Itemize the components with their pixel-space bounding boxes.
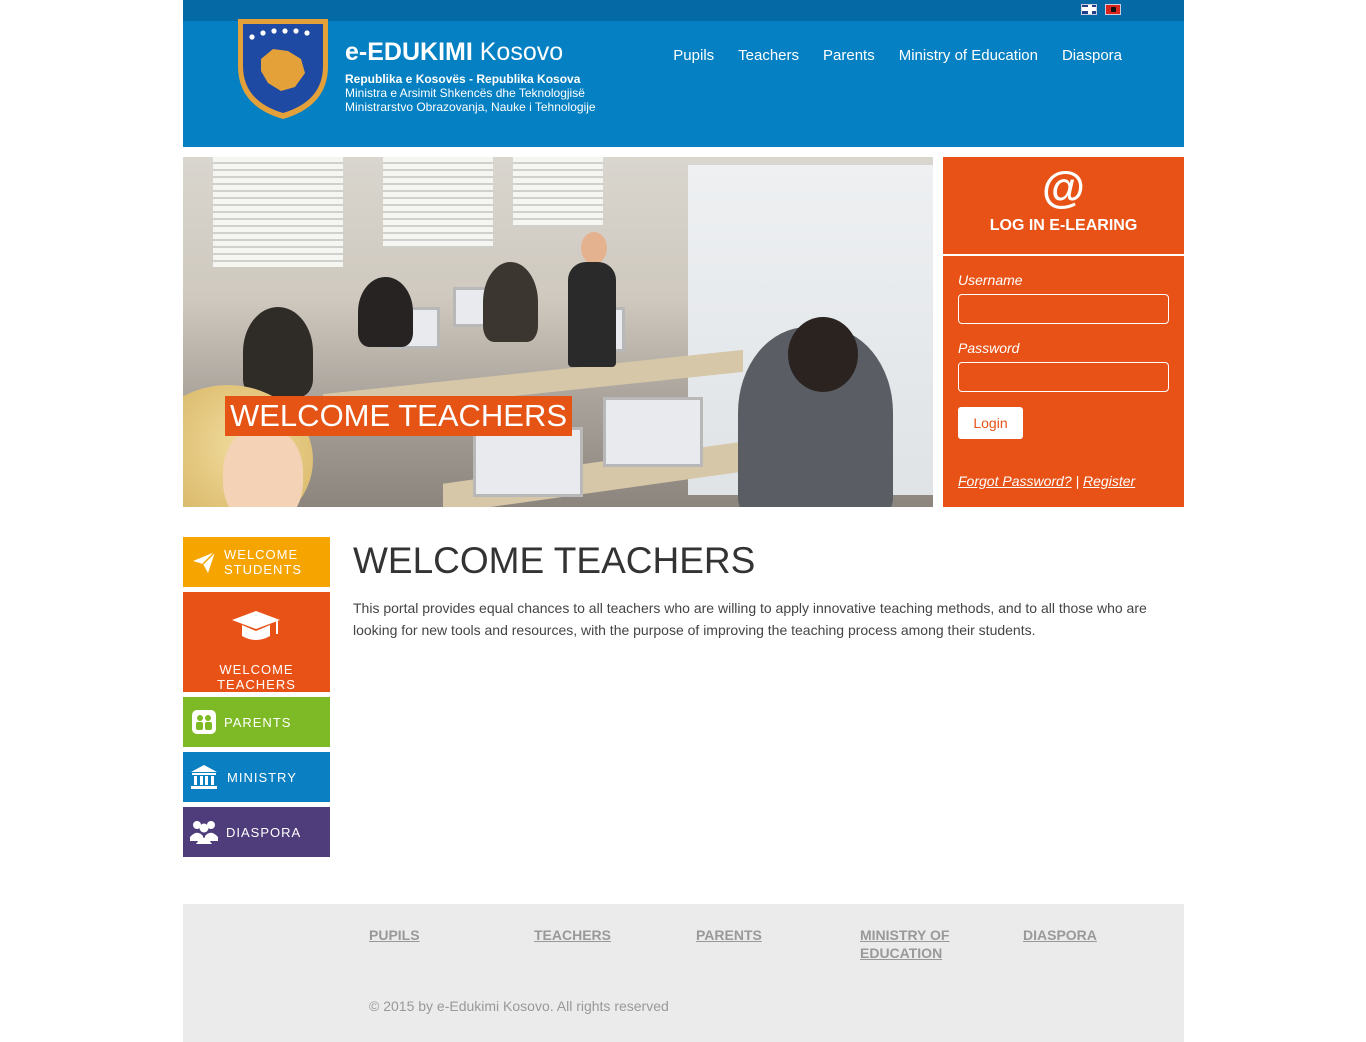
- sidebar-item-label: WELCOME STUDENTS: [224, 547, 302, 577]
- albanian-flag-icon[interactable]: [1105, 4, 1121, 15]
- sidebar-item-welcome-students[interactable]: WELCOME STUDENTS: [183, 537, 330, 587]
- site-header: e-EDUKIMI Kosovo Republika e Kosovës - R…: [183, 19, 1184, 147]
- computer-monitor: [473, 427, 583, 497]
- sidebar-label-line-2: STUDENTS: [224, 562, 303, 577]
- footer-link-teachers[interactable]: TEACHERS: [534, 926, 611, 944]
- government-building-icon: [190, 763, 218, 791]
- login-button[interactable]: Login: [958, 407, 1023, 439]
- window-blinds: [213, 157, 343, 267]
- nav-teachers[interactable]: Teachers: [738, 47, 799, 64]
- page-title: WELCOME TEACHERS: [353, 540, 756, 581]
- computer-monitor: [603, 397, 703, 467]
- teacher-figure: [568, 262, 616, 367]
- subtitle-line-2: Ministra e Arsimit Shkencës dhe Teknolog…: [345, 86, 585, 100]
- footer-link-parents[interactable]: PARENTS: [696, 926, 762, 944]
- hero-classroom-photo: WELCOME TEACHERS: [183, 157, 933, 507]
- window-blinds: [383, 157, 493, 247]
- password-input[interactable]: [958, 362, 1169, 392]
- sidebar-item-label: DIASPORA: [226, 824, 302, 840]
- student-head: [788, 317, 858, 392]
- student-figure: [243, 307, 313, 397]
- login-form: Username Password Login Forgot Password?…: [943, 256, 1184, 507]
- login-header: @ LOG IN E-LEARING: [943, 157, 1184, 254]
- student-figure: [358, 277, 413, 347]
- teacher-head: [581, 232, 607, 264]
- footer-link-diaspora[interactable]: DIASPORA: [1023, 926, 1097, 944]
- nav-ministry-of-education[interactable]: Ministry of Education: [899, 47, 1038, 64]
- sidebar-item-label: MINISTRY: [227, 769, 297, 785]
- intro-paragraph: This portal provides equal chances to al…: [353, 600, 1147, 638]
- family-icon: [190, 708, 218, 736]
- register-link[interactable]: Register: [1083, 473, 1135, 489]
- sidebar-item-label: PARENTS: [224, 714, 292, 730]
- kosovo-coat-of-arms-logo[interactable]: [233, 11, 333, 121]
- site-title[interactable]: e-EDUKIMI Kosovo: [345, 38, 563, 67]
- hero-caption: WELCOME TEACHERS: [225, 396, 573, 436]
- subtitle-line-1: Republika e Kosovës - Republika Kosova: [345, 72, 581, 86]
- site-title-regular: Kosovo: [479, 38, 564, 66]
- nav-pupils[interactable]: Pupils: [673, 47, 714, 64]
- footer-link-ministry-of-education[interactable]: MINISTRY OF EDUCATION: [860, 926, 970, 962]
- sidebar-item-label: WELCOME TEACHERS: [217, 662, 296, 692]
- sidebar-label-line-1: WELCOME: [224, 547, 299, 562]
- nav-parents[interactable]: Parents: [823, 47, 875, 64]
- sidebar-label-line-2: TEACHERS: [217, 677, 296, 692]
- graduation-cap-icon: [230, 608, 282, 651]
- english-flag-icon[interactable]: [1081, 4, 1097, 15]
- sidebar-item-parents[interactable]: PARENTS: [183, 697, 330, 747]
- sidebar-label-line-1: WELCOME: [219, 662, 294, 677]
- window-blinds: [513, 157, 603, 227]
- link-separator: |: [1075, 473, 1080, 489]
- password-label: Password: [958, 340, 1020, 356]
- sidebar-item-diaspora[interactable]: DIASPORA: [183, 807, 330, 857]
- sidebar-item-welcome-teachers[interactable]: WELCOME TEACHERS: [183, 592, 330, 692]
- paper-plane-icon: [190, 548, 218, 576]
- footer-link-pupils[interactable]: PUPILS: [369, 926, 420, 944]
- student-face: [223, 427, 303, 507]
- main-nav: Pupils Teachers Parents Ministry of Educ…: [649, 47, 1122, 64]
- sidebar-item-ministry[interactable]: MINISTRY: [183, 752, 330, 802]
- nav-diaspora[interactable]: Diaspora: [1062, 47, 1122, 64]
- site-footer: PUPILS TEACHERS PARENTS MINISTRY OF EDUC…: [183, 904, 1184, 1042]
- top-bar: [183, 0, 1184, 21]
- login-links: Forgot Password? | Register: [958, 473, 1135, 489]
- site-title-bold: e-EDUKIMI: [345, 38, 473, 66]
- username-label: Username: [958, 272, 1023, 288]
- login-title: LOG IN E-LEARING: [989, 217, 1138, 234]
- copyright-text: © 2015 by e-Edukimi Kosovo. All rights r…: [369, 998, 669, 1014]
- subtitle-line-3: Ministrarstvo Obrazovanja, Nauke i Tehno…: [345, 100, 596, 114]
- people-group-icon: [190, 818, 218, 846]
- at-sign-icon: @: [1042, 163, 1085, 212]
- forgot-password-link[interactable]: Forgot Password?: [958, 473, 1072, 489]
- username-input[interactable]: [958, 294, 1169, 324]
- student-figure: [483, 262, 538, 342]
